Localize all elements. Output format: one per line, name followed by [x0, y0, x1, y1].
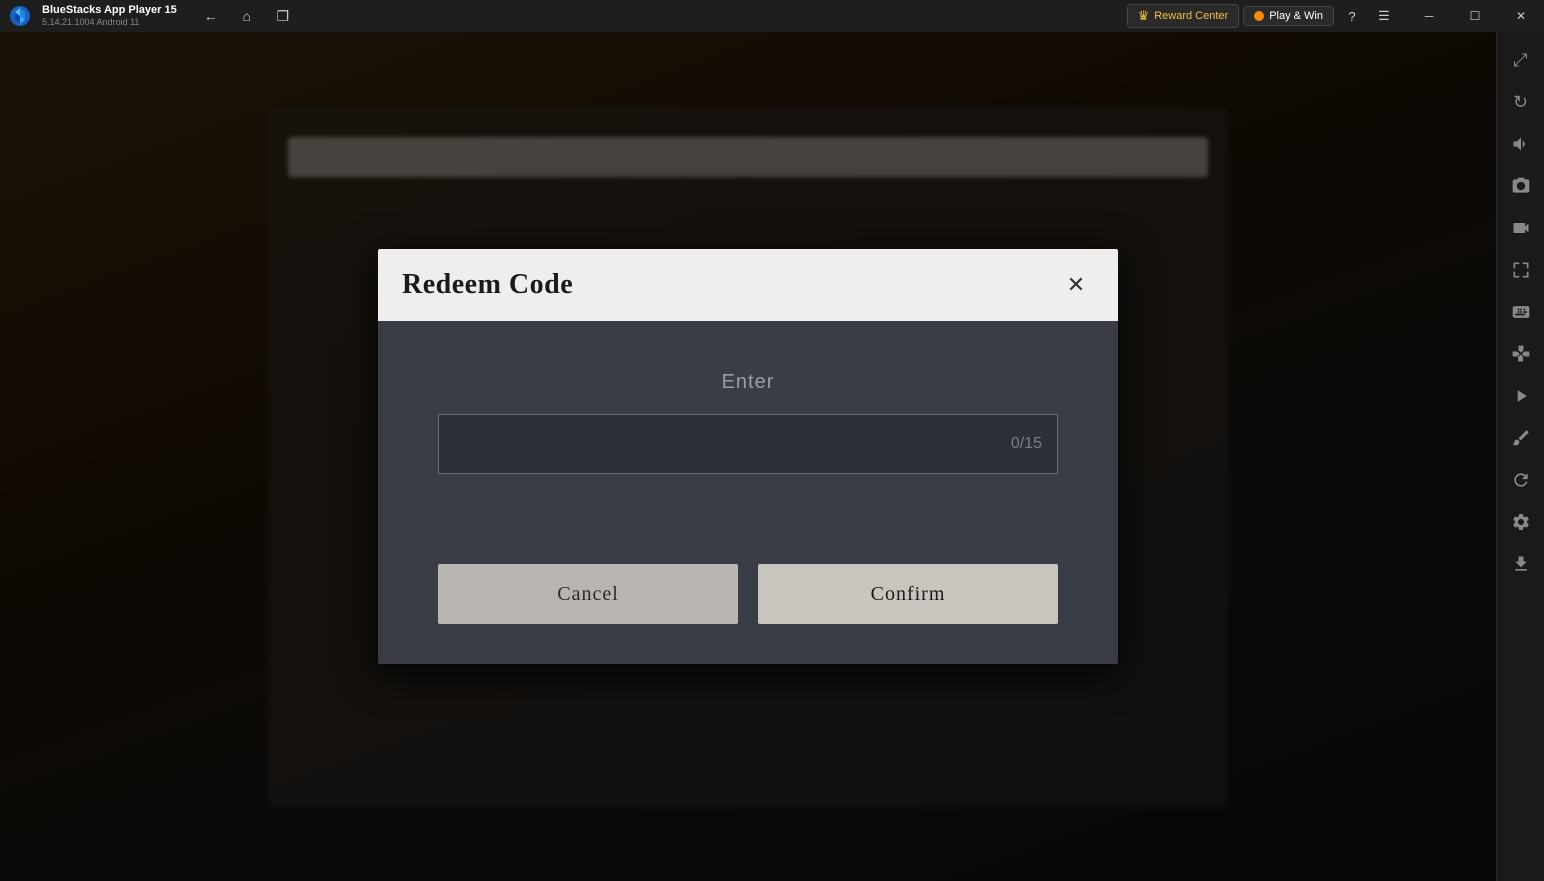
resize-icon[interactable]	[1501, 250, 1541, 290]
refresh-icon[interactable]	[1501, 460, 1541, 500]
confirm-button[interactable]: Confirm	[758, 564, 1058, 624]
enter-label: Enter	[438, 371, 1058, 394]
app-name-block: BlueStacks App Player 15 5.14.21.1004 An…	[42, 4, 177, 28]
gamepad-icon[interactable]	[1501, 334, 1541, 374]
copy-button[interactable]: ❐	[269, 2, 297, 30]
main-content: Redeem Code ✕ Enter 0/15 Cancel Confirm	[0, 32, 1496, 881]
home-button[interactable]: ⌂	[233, 2, 261, 30]
maximize-button[interactable]: ☐	[1452, 0, 1498, 32]
brush-icon[interactable]	[1501, 418, 1541, 458]
titlebar-actions: ♛ Reward Center Play & Win ? ☰	[1127, 2, 1398, 30]
macro-icon[interactable]	[1501, 376, 1541, 416]
crown-icon: ♛	[1138, 8, 1150, 24]
reward-center-label: Reward Center	[1154, 10, 1228, 22]
modal-overlay: Redeem Code ✕ Enter 0/15 Cancel Confirm	[0, 32, 1496, 881]
modal-body: Enter 0/15	[378, 321, 1118, 564]
help-button[interactable]: ?	[1338, 2, 1366, 30]
settings-icon[interactable]	[1501, 502, 1541, 542]
orange-dot-icon	[1254, 11, 1264, 21]
modal-title: Redeem Code	[402, 269, 573, 301]
code-input-wrapper: 0/15	[438, 414, 1058, 474]
expand-icon[interactable]: ⤢	[1501, 40, 1541, 80]
titlebar: BlueStacks App Player 15 5.14.21.1004 An…	[0, 0, 1544, 32]
nav-buttons: ← ⌂ ❐	[197, 2, 297, 30]
minimize-button[interactable]: ─	[1406, 0, 1452, 32]
code-input[interactable]	[438, 414, 1058, 474]
video-icon[interactable]	[1501, 208, 1541, 248]
modal-close-button[interactable]: ✕	[1058, 267, 1094, 303]
cancel-button[interactable]: Cancel	[438, 564, 738, 624]
menu-button[interactable]: ☰	[1370, 2, 1398, 30]
play-win-button[interactable]: Play & Win	[1243, 6, 1334, 26]
redeem-code-modal: Redeem Code ✕ Enter 0/15 Cancel Confirm	[378, 249, 1118, 664]
play-win-label: Play & Win	[1269, 10, 1323, 22]
right-sidebar: ⤢ ↻	[1496, 32, 1544, 881]
rotate-icon[interactable]: ↻	[1501, 82, 1541, 122]
keyboard-icon[interactable]	[1501, 292, 1541, 332]
modal-header: Redeem Code ✕	[378, 249, 1118, 321]
reward-center-button[interactable]: ♛ Reward Center	[1127, 4, 1240, 28]
back-button[interactable]: ←	[197, 2, 225, 30]
app-name: BlueStacks App Player 15	[42, 4, 177, 17]
install-icon[interactable]	[1501, 544, 1541, 584]
volume-icon[interactable]	[1501, 124, 1541, 164]
close-button[interactable]: ✕	[1498, 0, 1544, 32]
screenshot-icon[interactable]	[1501, 166, 1541, 206]
app-logo	[4, 0, 36, 32]
window-controls: ─ ☐ ✕	[1406, 0, 1544, 32]
modal-footer: Cancel Confirm	[378, 564, 1118, 664]
app-version: 5.14.21.1004 Android 11	[42, 17, 177, 28]
